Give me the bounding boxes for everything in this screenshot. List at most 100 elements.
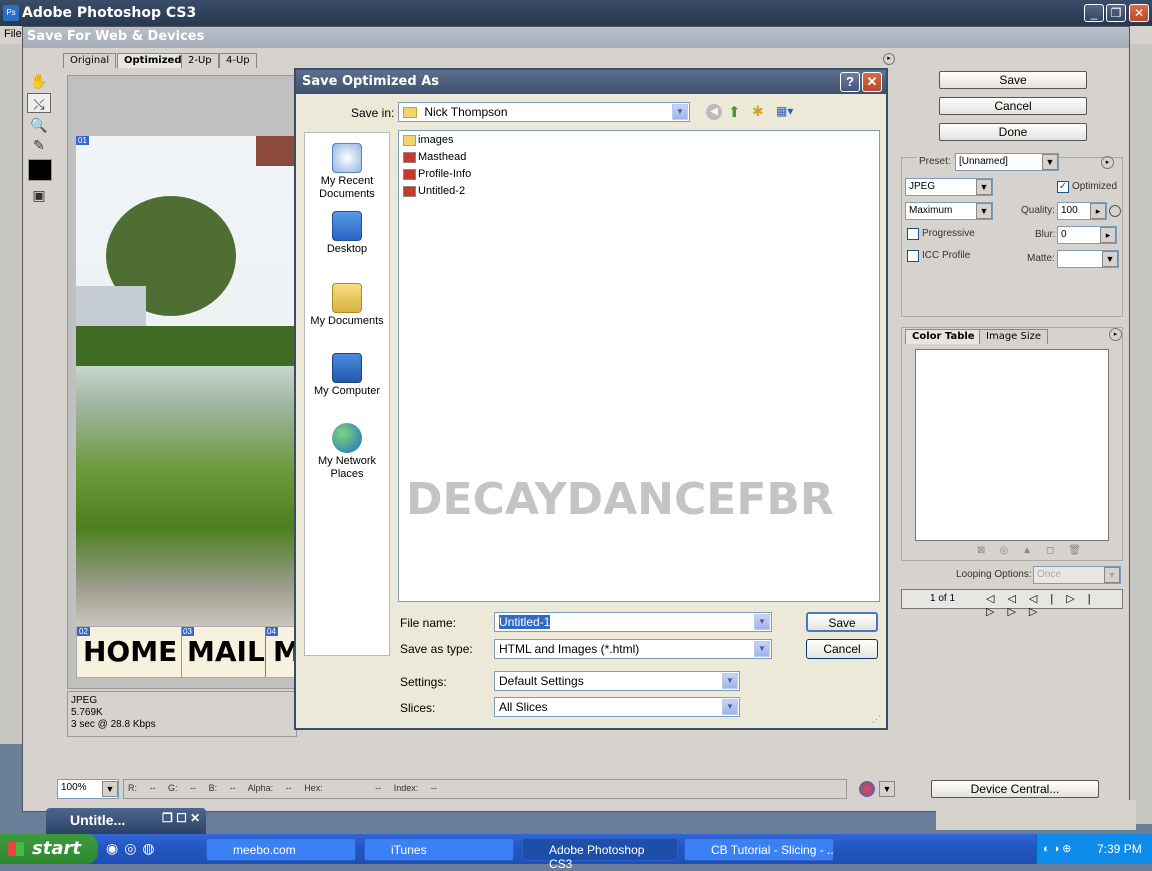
preview-menu-icon[interactable]: ▸ xyxy=(883,53,895,65)
save-type-select[interactable]: HTML and Images (*.html) ▼ xyxy=(494,639,772,659)
back-icon[interactable]: ◀ xyxy=(706,104,722,120)
browser-preview-icon[interactable] xyxy=(859,781,875,797)
save-in-select[interactable]: Nick Thompson ▼ xyxy=(398,102,690,122)
minimize-button[interactable]: _ xyxy=(1084,4,1104,22)
task-photoshop-label: Adobe Photoshop CS3 xyxy=(549,843,645,871)
sfw-save-button[interactable]: Save xyxy=(939,71,1087,89)
place-desktop[interactable]: Desktop xyxy=(305,211,389,256)
chevron-down-icon: ▼ xyxy=(672,104,688,120)
tab-4-up[interactable]: 4-Up xyxy=(219,53,257,68)
progressive-checkbox[interactable] xyxy=(907,228,919,240)
quality-mask-icon[interactable] xyxy=(1109,205,1121,217)
optimization-info: JPEG 5.769K 3 sec @ 28.8 Kbps xyxy=(67,691,297,737)
slices-value: All Slices xyxy=(499,700,548,714)
settings-select[interactable]: Default Settings ▼ xyxy=(494,671,740,691)
format-value: JPEG xyxy=(909,181,936,192)
up-folder-icon[interactable]: ⬆ xyxy=(728,103,741,121)
tab-optimized[interactable]: Optimized xyxy=(117,53,189,68)
task-photoshop[interactable]: Adobe Photoshop CS3 xyxy=(522,838,678,871)
restore-icon[interactable]: ❐ ☐ ✕ xyxy=(162,811,200,825)
tray-icons[interactable]: ◐◑⊕ xyxy=(1043,842,1075,855)
list-item[interactable]: images xyxy=(403,133,453,150)
quality-input[interactable]: 100 ▸ xyxy=(1057,202,1107,220)
place-network[interactable]: My Network Places xyxy=(305,423,389,481)
icc-profile-checkbox[interactable] xyxy=(907,250,919,262)
settings-menu-icon[interactable]: ▸ xyxy=(1101,156,1114,169)
dialog-cancel-button[interactable]: Cancel xyxy=(806,639,878,659)
info-size: 5.769K xyxy=(71,707,103,718)
matte-select[interactable]: ▼ xyxy=(1057,250,1119,268)
device-central-button[interactable]: Device Central... xyxy=(931,780,1099,798)
matte-label: Matte: xyxy=(1027,253,1055,264)
place-my-documents[interactable]: My Documents xyxy=(305,283,389,328)
playback-icons[interactable]: ◁◁◁|▷|▷▷▷ xyxy=(986,592,1122,618)
place-my-computer[interactable]: My Computer xyxy=(305,353,389,398)
settings-label: Settings: xyxy=(400,675,447,689)
preset-label: Preset: xyxy=(917,156,953,167)
dialog-save-button[interactable]: Save xyxy=(806,612,878,632)
list-item[interactable]: Profile-Info xyxy=(403,167,471,184)
photoshop-layers-panel-edge xyxy=(936,800,1136,830)
file-list[interactable]: images Masthead Profile-Info Untitled-2 xyxy=(398,130,880,602)
resize-grip-icon[interactable]: ⋰ xyxy=(872,714,881,725)
eyedropper-tool-icon[interactable]: ✎ xyxy=(27,135,51,155)
browser-preview-menu-icon[interactable]: ▼ xyxy=(879,781,895,797)
filename-input[interactable]: Untitled-1 ▼ xyxy=(494,612,772,632)
chevron-down-icon: ▼ xyxy=(722,699,738,715)
save-for-web-title: Save For Web & Devices xyxy=(23,27,1129,48)
slice-mail-text: MAIL xyxy=(187,635,265,668)
quality-label: Quality: xyxy=(1021,205,1055,216)
start-button[interactable]: start xyxy=(0,834,98,864)
save-type-value: HTML and Images (*.html) xyxy=(499,642,640,656)
chevron-down-icon: ▼ xyxy=(976,179,992,195)
slice-01-label[interactable]: 01 xyxy=(76,136,89,145)
slices-select[interactable]: All Slices ▼ xyxy=(494,697,740,717)
toggle-slices-icon[interactable]: ▣ xyxy=(27,185,51,205)
format-select[interactable]: JPEG ▼ xyxy=(905,178,993,196)
view-menu-icon[interactable]: ▦▾ xyxy=(776,104,793,118)
minimized-document-window[interactable]: Untitle... ❐ ☐ ✕ xyxy=(46,808,206,834)
quick-launch-icons[interactable]: ◉◎◍ xyxy=(106,840,161,857)
quality-slider-arrow-icon[interactable]: ▸ xyxy=(1090,203,1106,219)
close-button[interactable]: ✕ xyxy=(1129,4,1149,22)
readout-r-value: -- xyxy=(149,783,156,793)
quality-mode-select[interactable]: Maximum ▼ xyxy=(905,202,993,220)
blur-input[interactable]: 0 ▸ xyxy=(1057,226,1117,244)
eyedropper-color-swatch[interactable] xyxy=(28,159,52,181)
color-table-menu-icon[interactable]: ▸ xyxy=(1109,328,1122,341)
tab-image-size[interactable]: Image Size xyxy=(979,329,1049,344)
color-table-icons[interactable]: ⊠◎▲◻🗑 xyxy=(977,545,1095,556)
tab-original[interactable]: Original xyxy=(63,53,117,68)
dialog-close-button[interactable]: ✕ xyxy=(862,72,882,92)
task-cb-tutorial[interactable]: CB Tutorial - Slicing - ... xyxy=(684,838,834,861)
preset-select[interactable]: [Unnamed] ▼ xyxy=(955,153,1059,171)
task-itunes[interactable]: iTunes xyxy=(364,838,514,861)
optimized-checkbox[interactable]: ✓ xyxy=(1057,181,1069,193)
zoom-tool-icon[interactable]: 🔍 xyxy=(27,115,51,135)
new-folder-icon[interactable]: ✱ xyxy=(752,103,764,120)
looping-select[interactable]: Once ▼ xyxy=(1033,566,1121,584)
list-item[interactable]: Masthead xyxy=(403,150,466,167)
photoshop-toolbox-strip xyxy=(0,44,24,744)
place-recent-documents[interactable]: My Recent Documents xyxy=(305,143,389,201)
globe-icon xyxy=(332,423,362,453)
list-item[interactable]: Untitled-2 xyxy=(403,184,465,201)
readout-g-label: G: xyxy=(168,783,178,793)
sfw-done-button[interactable]: Done xyxy=(939,123,1087,141)
maximize-button[interactable]: ❐ xyxy=(1106,4,1126,22)
menu-file[interactable]: File xyxy=(4,28,22,40)
chevron-down-icon: ▼ xyxy=(102,781,118,797)
hand-tool-icon[interactable]: ✋ xyxy=(27,71,51,91)
blur-slider-arrow-icon[interactable]: ▸ xyxy=(1100,227,1116,243)
sfw-cancel-button[interactable]: Cancel xyxy=(939,97,1087,115)
slice-select-tool-icon[interactable]: ⤯ xyxy=(27,93,51,113)
help-button[interactable]: ? xyxy=(840,72,860,92)
animation-controls: 1 of 1 ◁◁◁|▷|▷▷▷ xyxy=(901,589,1123,618)
settings-value: Default Settings xyxy=(499,674,584,688)
tab-2-up[interactable]: 2-Up xyxy=(181,53,219,68)
photoshop-titlebar: Ps Adobe Photoshop CS3 _ ❐ ✕ xyxy=(0,0,1152,26)
zoom-select[interactable]: 100% ▼ xyxy=(57,779,119,799)
tab-color-table[interactable]: Color Table xyxy=(905,329,982,344)
task-meebo[interactable]: meebo.com xyxy=(206,838,356,861)
color-table-swatches[interactable] xyxy=(915,349,1109,541)
